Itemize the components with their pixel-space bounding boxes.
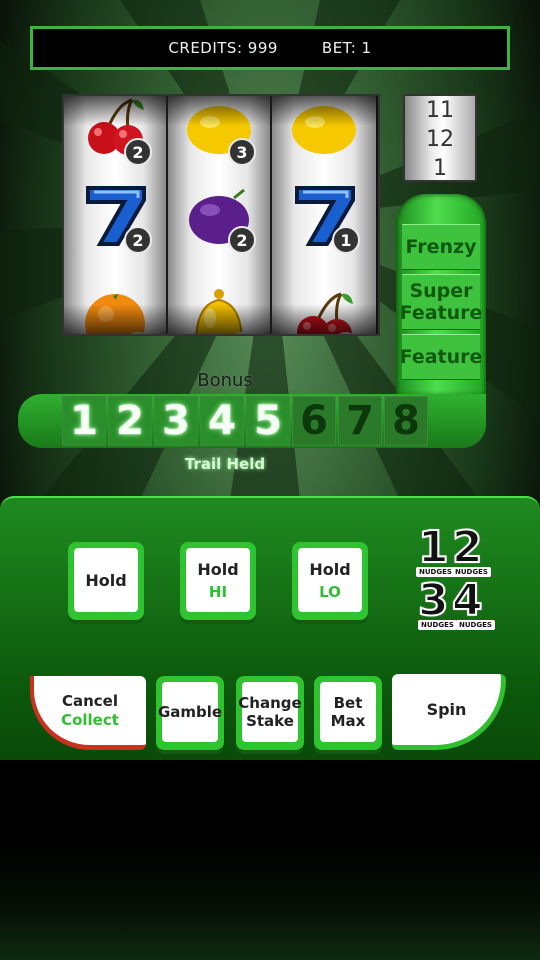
reel-window: 221 321 11 [62, 94, 380, 336]
hold-hi-label: Hold [197, 559, 239, 579]
bonus-trail-step: 6 [292, 396, 336, 446]
bell-icon [195, 289, 243, 334]
bonus-trail-step: 1 [62, 396, 106, 446]
bonus-trail-step: 7 [338, 396, 382, 446]
bonus-trail-step: 5 [246, 396, 290, 446]
nudge-4: 4 [451, 574, 484, 627]
hold-hi-sub: HI [208, 582, 228, 601]
ladder-step-super-feature: Super Feature [400, 274, 482, 330]
change-stake-button[interactable]: Change Stake [236, 676, 304, 750]
bonus-trail-step: 4 [200, 396, 244, 446]
hold-lo-sub: LO [319, 582, 341, 601]
number-reel-item: 11 [405, 96, 475, 125]
nudge-tag-3: NUDGES [418, 620, 457, 630]
symbol-count-badge: 2 [228, 226, 256, 254]
status-bar: CREDITS: 999 BET: 1 [30, 26, 510, 70]
feature-ladder: Frenzy Super Feature Feature [396, 194, 486, 396]
spin-label: Spin [426, 700, 467, 719]
bet-display: BET: 1 [321, 39, 372, 57]
hold-button-label: Hold [85, 570, 127, 590]
cancel-label: Cancel [61, 691, 118, 710]
bonus-trail-step: 8 [384, 396, 428, 446]
bonus-trail-step: 2 [108, 396, 152, 446]
gamble-label: Gamble [157, 703, 223, 721]
number-reel-item: 1 [405, 154, 475, 180]
symbol-count-badge: 1 [332, 226, 360, 254]
reel-symbol: 2 [168, 162, 270, 268]
credits-display: CREDITS: 999 [168, 39, 278, 57]
cherries-icon [297, 292, 353, 334]
nudge-2: 2 [451, 521, 484, 574]
hold-lo-button[interactable]: Hold LO [292, 542, 368, 620]
reel-symbol: 1 [64, 268, 166, 334]
change-label: Change [238, 694, 302, 712]
hold-button[interactable]: Hold [68, 542, 144, 620]
smoke-decoration [0, 760, 540, 960]
number-reel: 11 12 1 [403, 94, 477, 182]
lemon-icon [292, 106, 356, 154]
reel-symbol: 1 [168, 268, 270, 334]
collect-label: Collect [61, 710, 119, 729]
hold-lo-label: Hold [309, 559, 351, 579]
ladder-step-frenzy: Frenzy [402, 224, 480, 270]
hold-hi-button[interactable]: Hold HI [180, 542, 256, 620]
orange-icon [85, 294, 145, 334]
reel-symbol: 2 [64, 162, 166, 268]
stake-label: Stake [246, 712, 294, 730]
reel-1[interactable]: 221 [64, 96, 168, 334]
nudge-1: 1 [417, 521, 450, 574]
reel-symbol: 1 [272, 162, 376, 268]
reel-symbol: 1 [272, 268, 376, 334]
max-label: Max [330, 712, 366, 730]
reel-2[interactable]: 321 [168, 96, 272, 334]
bonus-label: Bonus [197, 370, 253, 391]
bonus-trail-corner [436, 396, 486, 448]
nudge-3: 3 [417, 574, 450, 627]
reel-3[interactable]: 11 [272, 96, 376, 334]
gamble-button[interactable]: Gamble [156, 676, 224, 750]
number-reel-item: 12 [405, 125, 475, 154]
trail-status: Trail Held [184, 455, 266, 473]
nudge-tag-4: NUDGES [456, 620, 495, 630]
bonus-trail: 12345678 [62, 396, 430, 446]
bet-label: Bet [333, 694, 363, 712]
symbol-count-badge: 2 [124, 226, 152, 254]
ladder-step-feature: Feature [400, 334, 482, 380]
bet-max-button[interactable]: Bet Max [314, 676, 382, 750]
bonus-trail-step: 3 [154, 396, 198, 446]
